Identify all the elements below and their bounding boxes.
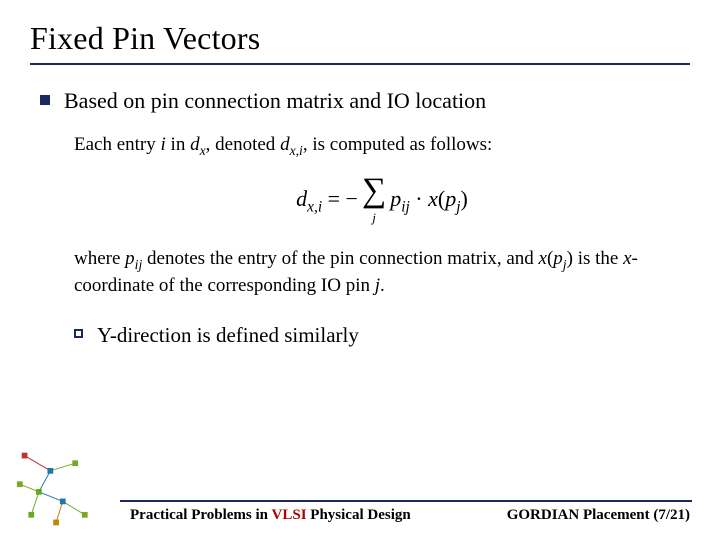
- text: , denoted: [206, 134, 280, 155]
- slide-body: Based on pin connection matrix and IO lo…: [30, 87, 690, 349]
- text: denotes the entry of the pin connection …: [142, 248, 538, 269]
- lhs-sub: x,i: [307, 198, 322, 215]
- text: , is computed as follows:: [303, 134, 492, 155]
- var-d2: d: [280, 134, 290, 155]
- footer-right: GORDIAN Placement (7/21): [507, 507, 690, 524]
- footer: Practical Problems in VLSI Physical Desi…: [0, 507, 720, 524]
- text: in: [166, 134, 190, 155]
- lhs-d: d: [296, 186, 307, 211]
- footer-left-a: Practical Problems in: [130, 507, 272, 523]
- post-p: p: [125, 248, 135, 269]
- pj-p: p: [445, 186, 456, 211]
- footer-left-b: Physical Design: [307, 507, 411, 523]
- text: Each entry: [74, 134, 161, 155]
- text: where: [74, 248, 125, 269]
- bullet-row-1: Based on pin connection matrix and IO lo…: [40, 87, 690, 116]
- rparen: ): [460, 186, 467, 211]
- hollow-square-bullet-icon: [74, 329, 83, 338]
- sub-xi: x,i: [290, 142, 303, 157]
- sub-ij: ij: [401, 198, 410, 215]
- bullet-1-text: Based on pin connection matrix and IO lo…: [64, 87, 486, 116]
- bullet-2-text: Y-direction is defined similarly: [97, 322, 359, 349]
- sigma-icon: ∑: [362, 172, 386, 209]
- footer-vlsi: VLSI: [272, 507, 307, 523]
- post-x: x: [539, 248, 547, 269]
- text: .: [380, 275, 385, 296]
- text: is the: [573, 248, 623, 269]
- footer-left: Practical Problems in VLSI Physical Desi…: [130, 507, 411, 524]
- math-intro-line: Each entry i in dx, denoted dx,i, is com…: [74, 132, 690, 300]
- cdot: ·: [410, 186, 428, 211]
- sum-icon: ∑j: [362, 174, 386, 228]
- sum-lower: j: [362, 209, 386, 227]
- square-bullet-icon: [40, 95, 50, 105]
- equals-minus: = −: [322, 186, 358, 211]
- post-xcoord: x: [623, 248, 631, 269]
- var-d: d: [190, 134, 200, 155]
- formula: dx,i = −∑jpij · x(pj): [74, 174, 690, 228]
- p: p: [390, 186, 401, 211]
- post-pj-p: p: [553, 248, 563, 269]
- xfn: x: [428, 186, 438, 211]
- bullet-row-2: Y-direction is defined similarly: [74, 322, 690, 349]
- slide: Fixed Pin Vectors Based on pin connectio…: [0, 0, 720, 540]
- footer-divider: [120, 500, 692, 502]
- slide-title: Fixed Pin Vectors: [30, 20, 690, 65]
